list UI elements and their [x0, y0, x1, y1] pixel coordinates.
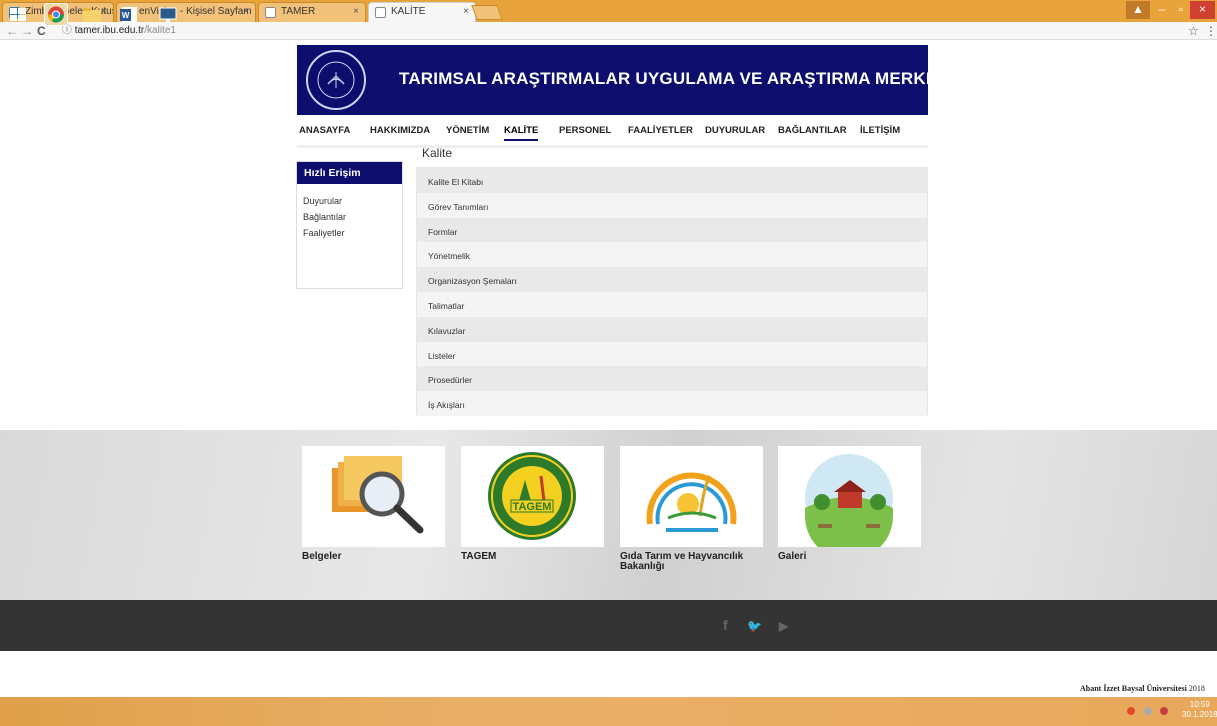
clock-date: 30.1.2018 — [1182, 710, 1217, 719]
sidebar-item-faaliyetler[interactable]: Faaliyetler — [297, 222, 402, 238]
url-path: /kalite1 — [144, 25, 176, 36]
nav-hakkimizda[interactable]: HAKKIMIZDA — [370, 125, 430, 136]
tab-kalite[interactable]: KALİTE × — [368, 2, 476, 22]
chrome-icon[interactable] — [44, 3, 68, 26]
main-nav: ANASAYFA HAKKIMIZDA YÖNETİM KALİTE PERSO… — [297, 115, 928, 148]
card-label-ministry[interactable]: Gıda Tarım ve Hayvancılık Bakanlığı — [620, 552, 760, 572]
tab-title: KALİTE — [391, 6, 426, 17]
list-item[interactable]: Listeler — [417, 341, 927, 367]
nav-iletisim[interactable]: İLETİŞİM — [860, 125, 900, 136]
svg-text:W: W — [122, 11, 130, 20]
minimize-button[interactable]: – — [1152, 1, 1172, 19]
list-item[interactable]: Prosedürler — [417, 366, 927, 392]
copyright-text: Abant İzzet Baysal Üniversitesi 2018 — [1080, 684, 1205, 693]
nav-faaliyetler[interactable]: FAALİYETLER — [628, 125, 693, 136]
maximize-button[interactable]: ▫ — [1172, 1, 1190, 19]
windows-start-icon[interactable] — [6, 3, 30, 26]
nav-baglantilar[interactable]: BAĞLANTILAR — [778, 125, 847, 136]
close-icon[interactable]: × — [463, 6, 469, 17]
network-icon[interactable] — [1144, 707, 1152, 715]
farm-illustration-image[interactable] — [778, 446, 921, 560]
tab-title: TAMER — [281, 6, 316, 17]
nav-personel[interactable]: PERSONEL — [559, 125, 611, 136]
list-item[interactable]: Organizasyon Şemaları — [417, 267, 927, 292]
site-title: TARIMSAL ARAŞTIRMALAR UYGULAMA VE ARAŞTI… — [399, 69, 953, 88]
user-icon[interactable]: ▲ — [1126, 1, 1150, 19]
notification-icon[interactable] — [1127, 707, 1135, 715]
system-clock[interactable]: 10:59 30.1.2018 — [1182, 700, 1217, 720]
browser-menu-icon[interactable]: ⋮ — [1205, 23, 1217, 39]
list-item[interactable]: Görev Tanımları — [417, 192, 927, 218]
footer-band — [0, 430, 1217, 600]
university-logo[interactable] — [306, 50, 366, 110]
remote-desktop-icon[interactable] — [156, 3, 180, 26]
card-label-galeri[interactable]: Galeri — [778, 552, 806, 562]
list-item[interactable]: Formlar — [417, 217, 927, 243]
clock-time: 10:59 — [1189, 700, 1210, 709]
nav-kalite[interactable]: KALİTE — [504, 125, 539, 141]
tagem-logo-image[interactable]: TAGEM — [461, 446, 604, 547]
new-tab-button[interactable] — [471, 5, 503, 20]
close-icon[interactable]: × — [243, 6, 249, 17]
url-input[interactable]: ⓘ tamer.ibu.edu.tr/kalite1 — [62, 23, 1182, 38]
file-explorer-icon[interactable] — [80, 3, 104, 26]
list-item[interactable]: Yönetmelik — [417, 242, 927, 268]
nav-anasayfa[interactable]: ANASAYFA — [299, 125, 350, 136]
sidebar-item-baglantilar[interactable]: Bağlantılar — [297, 206, 402, 222]
list-item[interactable]: Kalite El Kitabı — [417, 168, 927, 193]
volume-icon[interactable] — [1160, 707, 1168, 715]
twitter-icon[interactable]: 🐦 — [747, 619, 762, 633]
list-item[interactable]: Kılavuzlar — [417, 316, 927, 342]
address-bar: ← → C ⓘ tamer.ibu.edu.tr/kalite1 ☆ ⋮ — [0, 22, 1217, 40]
tab-tamer[interactable]: TAMER × — [258, 2, 366, 22]
folders-magnifier-image[interactable] — [302, 446, 445, 547]
list-item[interactable]: İş Akışları — [417, 391, 927, 416]
close-icon[interactable]: × — [353, 6, 359, 17]
dark-footer — [0, 600, 1217, 651]
youtube-icon[interactable]: ▶ — [779, 619, 788, 633]
tagem-logo-text: TAGEM — [513, 501, 552, 513]
document-list: Kalite El Kitabı Görev Tanımları Formlar… — [416, 167, 928, 416]
sidebar-item-duyurular[interactable]: Duyurular — [297, 190, 402, 206]
site-header: TARIMSAL ARAŞTIRMALAR UYGULAMA VE ARAŞTI… — [297, 45, 953, 115]
bookmark-star-icon[interactable]: ☆ — [1188, 23, 1199, 39]
nav-duyurular[interactable]: DUYURULAR — [705, 125, 765, 136]
list-item[interactable]: Talimatlar — [417, 291, 927, 317]
close-window-button[interactable]: × — [1190, 1, 1215, 19]
windows-taskbar — [0, 697, 1217, 726]
browser-tab-strip: Zimbra: Gelen Kutusu × enVision - Kişise… — [0, 0, 1217, 22]
url-host: tamer.ibu.edu.tr — [74, 25, 145, 36]
page-title: Kalite — [422, 146, 453, 160]
page-icon — [265, 7, 276, 18]
sidebar-heading: Hızlı Erişim — [297, 162, 402, 184]
copyright-year: 2018 — [1188, 684, 1205, 693]
copyright-owner: Abant İzzet Baysal Üniversitesi — [1080, 684, 1187, 693]
card-label-tagem[interactable]: TAGEM — [461, 552, 496, 562]
page-icon — [375, 7, 386, 18]
word-icon[interactable]: W — [117, 3, 141, 26]
quick-access-sidebar: Hızlı Erişim Duyurular Bağlantılar Faali… — [296, 161, 403, 289]
card-label-belgeler[interactable]: Belgeler — [302, 552, 341, 562]
ministry-logo-image[interactable] — [620, 446, 763, 547]
nav-yonetim[interactable]: YÖNETİM — [446, 125, 489, 136]
facebook-icon[interactable]: f — [723, 617, 728, 633]
